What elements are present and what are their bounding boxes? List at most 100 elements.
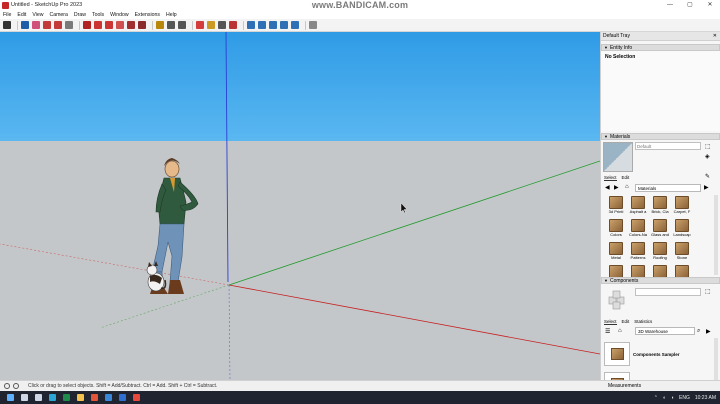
rotate-icon[interactable] [105, 21, 113, 29]
minimize-button[interactable]: — [660, 0, 680, 10]
menu-edit[interactable]: Edit [17, 12, 26, 18]
material-folder[interactable]: Glass and [649, 218, 671, 240]
layout-icon[interactable] [269, 21, 277, 29]
folder-icon [653, 219, 667, 232]
tape-measure-icon[interactable] [156, 21, 164, 29]
extension-warehouse-icon[interactable] [258, 21, 266, 29]
edge-icon[interactable] [49, 394, 56, 401]
tab-select[interactable]: Select [604, 175, 617, 181]
tab-select[interactable]: Select [604, 319, 617, 325]
zoom-icon[interactable] [218, 21, 226, 29]
component-name-field[interactable] [635, 288, 701, 296]
red-axis [228, 284, 600, 355]
tray-close-icon[interactable]: ✕ [713, 32, 717, 40]
folder-icon [653, 196, 667, 209]
rectangle-icon[interactable] [65, 21, 73, 29]
geo-location-icon[interactable] [13, 383, 19, 389]
select-icon[interactable] [21, 21, 29, 29]
volume-icon[interactable]: ◖ [671, 395, 674, 401]
materials-header[interactable]: ▼ Materials [601, 133, 720, 140]
eraser-icon[interactable] [32, 21, 40, 29]
share-icon[interactable] [280, 21, 288, 29]
materials-scrollbar[interactable] [714, 195, 718, 275]
language-indicator[interactable]: ENG [679, 395, 690, 401]
menu-window[interactable]: Window [110, 12, 128, 18]
bandicam-icon[interactable] [133, 394, 140, 401]
zoom-extents-icon[interactable] [229, 21, 237, 29]
settings-icon[interactable] [309, 21, 317, 29]
materials-library-dropdown[interactable]: Materials [635, 184, 701, 192]
follow-me-icon[interactable] [138, 21, 146, 29]
maximize-button[interactable]: ▢ [680, 0, 700, 10]
menu-draw[interactable]: Draw [74, 12, 86, 18]
components-scrollbar[interactable] [714, 338, 718, 380]
excel-icon[interactable] [63, 394, 70, 401]
search-icon[interactable] [21, 394, 28, 401]
info-icon[interactable] [4, 383, 10, 389]
material-folder[interactable]: 3d Printi [605, 195, 627, 217]
components-search-input[interactable]: 3D Warehouse [635, 327, 695, 335]
tab-edit[interactable]: Edit [622, 319, 630, 325]
tab-edit[interactable]: Edit [622, 175, 630, 181]
orbit-icon[interactable] [196, 21, 204, 29]
warehouse-icon[interactable] [247, 21, 255, 29]
move-icon[interactable] [94, 21, 102, 29]
menu-tools[interactable]: Tools [92, 12, 104, 18]
home-icon[interactable]: ⌂ [625, 184, 629, 190]
view-options-icon[interactable]: ☰ [605, 328, 610, 335]
material-folder[interactable]: Stone [671, 241, 693, 263]
pencil-icon[interactable] [43, 21, 51, 29]
sketchup-icon[interactable] [105, 394, 112, 401]
entity-info-header[interactable]: ▼ Entity Info [601, 44, 720, 51]
offset-icon[interactable] [127, 21, 135, 29]
material-folder[interactable]: Asphalt a [627, 195, 649, 217]
task-view-icon[interactable] [35, 394, 42, 401]
material-folder[interactable]: Metal [605, 241, 627, 263]
component-collection-item[interactable]: Components Sampler [604, 342, 680, 366]
component-options-icon[interactable]: ⬚ [705, 288, 711, 295]
material-name-field[interactable]: Default [635, 142, 701, 150]
shapes-icon[interactable] [54, 21, 62, 29]
menu-help[interactable]: Help [166, 12, 177, 18]
chrome-icon[interactable] [91, 394, 98, 401]
menu-view[interactable]: View [32, 12, 43, 18]
network-icon[interactable]: ◐ [663, 395, 666, 401]
measurements-box[interactable]: Measurements [600, 380, 720, 391]
material-folder[interactable]: Brick, Cla [649, 195, 671, 217]
file-explorer-icon[interactable] [77, 394, 84, 401]
sample-paint-icon[interactable]: ◈ [705, 153, 710, 160]
home-icon[interactable]: ⌂ [618, 328, 622, 334]
menu-camera[interactable]: Camera [49, 12, 67, 18]
material-folder[interactable]: Colors-Na [627, 218, 649, 240]
modeling-viewport[interactable] [0, 32, 600, 380]
style-icon[interactable] [291, 21, 299, 29]
material-folder[interactable]: Patterns [627, 241, 649, 263]
close-button[interactable]: ✕ [700, 0, 720, 10]
components-header[interactable]: ▼ Components [601, 277, 720, 284]
pan-icon[interactable] [207, 21, 215, 29]
tab-statistics[interactable]: Statistics [634, 319, 652, 325]
material-folder[interactable]: Roofing [649, 241, 671, 263]
windows-start-icon[interactable] [7, 394, 14, 401]
forward-icon[interactable]: ▶ [614, 184, 619, 191]
create-material-icon[interactable]: ⬚ [705, 143, 711, 150]
search-icon[interactable] [3, 21, 11, 29]
back-icon[interactable]: ◀ [605, 184, 610, 191]
material-preview-swatch[interactable] [603, 142, 633, 172]
material-folder[interactable]: Landscap [671, 218, 693, 240]
details-arrow-icon[interactable]: ▶ [704, 184, 709, 191]
clock[interactable]: 10:23 AM [695, 395, 716, 401]
word-icon[interactable] [119, 394, 126, 401]
menu-file[interactable]: File [3, 12, 11, 18]
chevron-up-icon[interactable]: ⌃ [654, 395, 658, 401]
details-arrow-icon[interactable]: ▶ [706, 328, 711, 335]
text-icon[interactable] [167, 21, 175, 29]
search-icon[interactable]: ⌕ [697, 328, 700, 335]
scale-icon[interactable] [116, 21, 124, 29]
material-folder[interactable]: Colors [605, 218, 627, 240]
push-pull-icon[interactable] [83, 21, 91, 29]
paint-bucket-icon[interactable] [178, 21, 186, 29]
menu-extensions[interactable]: Extensions [135, 12, 160, 18]
eyedropper-icon[interactable]: ✎ [705, 173, 710, 180]
material-folder[interactable]: Carpet, F [671, 195, 693, 217]
